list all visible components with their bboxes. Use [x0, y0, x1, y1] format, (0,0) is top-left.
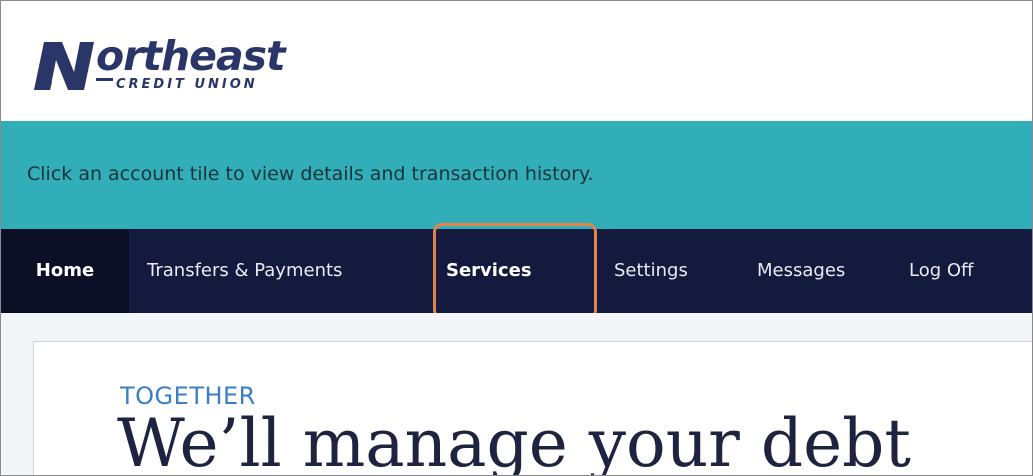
info-bar-text: Click an account tile to view details an…: [27, 163, 594, 185]
site-header: ortheast CREDIT UNION: [1, 1, 1032, 121]
promo-headline: We’ll manage your debt: [117, 405, 911, 476]
nav-item-transfers-payments[interactable]: Transfers & Payments: [147, 229, 342, 313]
nav-item-log-off[interactable]: Log Off: [909, 229, 973, 313]
logo-subtitle: CREDIT UNION: [116, 77, 258, 92]
main-navigation: Home Transfers & Payments Services Setti…: [1, 229, 1032, 313]
northeast-credit-union-logo[interactable]: ortheast CREDIT UNION: [34, 32, 294, 100]
nav-item-home[interactable]: Home: [1, 229, 129, 313]
logo-divider: [96, 78, 113, 81]
logo-wordmark: ortheast: [96, 32, 286, 80]
info-bar: Click an account tile to view details an…: [1, 121, 1032, 229]
logo-n-mark-icon: [34, 42, 94, 90]
nav-item-messages[interactable]: Messages: [757, 229, 845, 313]
screenshot-frame: ortheast CREDIT UNION Click an account t…: [0, 0, 1033, 476]
nav-item-services[interactable]: Services: [446, 229, 532, 313]
nav-item-settings[interactable]: Settings: [614, 229, 688, 313]
